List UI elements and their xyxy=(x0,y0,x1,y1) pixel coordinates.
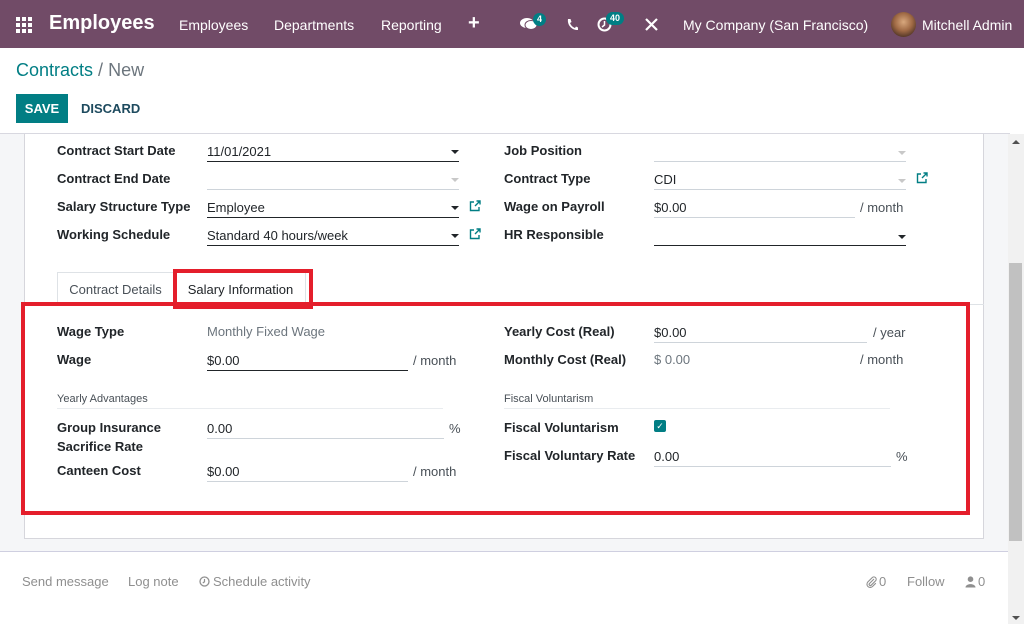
external-link-icon[interactable] xyxy=(469,228,481,240)
caret-down-icon[interactable] xyxy=(898,151,906,155)
attachments-button[interactable]: 0 xyxy=(866,574,886,589)
user-menu[interactable]: Mitchell Admin xyxy=(922,17,1012,33)
menu-employees[interactable]: Employees xyxy=(179,17,248,33)
scroll-down-arrow-icon[interactable] xyxy=(1012,616,1020,620)
caret-down-icon[interactable] xyxy=(898,179,906,183)
external-link-icon[interactable] xyxy=(469,200,481,212)
paperclip-icon xyxy=(866,575,877,588)
label-contract-end-date: Contract End Date xyxy=(57,171,171,186)
user-icon xyxy=(965,575,976,587)
apps-menu-icon[interactable] xyxy=(16,17,32,33)
quick-create-button[interactable]: + xyxy=(468,12,480,35)
breadcrumb-current: New xyxy=(108,60,145,80)
breadcrumb: Contracts / New xyxy=(16,60,144,81)
field-underline xyxy=(654,245,906,246)
breadcrumb-contracts[interactable]: Contracts xyxy=(16,60,93,80)
scroll-up-arrow-icon[interactable] xyxy=(1012,140,1020,144)
label-wage-on-payroll: Wage on Payroll xyxy=(504,199,605,214)
caret-down-icon[interactable] xyxy=(451,178,459,182)
field-underline xyxy=(654,217,855,218)
field-underline xyxy=(654,189,906,190)
company-switcher[interactable]: My Company (San Francisco) xyxy=(683,17,868,33)
label-working-schedule: Working Schedule xyxy=(57,227,171,242)
label-contract-type: Contract Type xyxy=(504,171,591,186)
discard-button[interactable]: DISCARD xyxy=(81,101,140,116)
debug-tools-icon[interactable] xyxy=(645,18,658,31)
breadcrumb-separator: / xyxy=(98,60,104,80)
wage-on-payroll-field[interactable]: $0.00 xyxy=(654,200,687,215)
follow-button[interactable]: Follow xyxy=(907,574,945,589)
tab-contract-details[interactable]: Contract Details xyxy=(57,272,174,305)
messages-badge: 4 xyxy=(533,13,547,26)
working-schedule-field[interactable]: Standard 40 hours/week xyxy=(207,228,348,243)
menu-departments[interactable]: Departments xyxy=(274,17,354,33)
contract-start-date-field[interactable]: 11/01/2021 xyxy=(207,144,271,159)
app-title[interactable]: Employees xyxy=(49,12,155,35)
clock-icon xyxy=(199,576,210,587)
followers-button[interactable]: 0 xyxy=(965,574,985,589)
field-underline xyxy=(207,161,459,162)
salary-structure-type-field[interactable]: Employee xyxy=(207,200,265,215)
user-avatar[interactable] xyxy=(891,12,916,37)
menu-reporting[interactable]: Reporting xyxy=(381,17,442,33)
caret-down-icon[interactable] xyxy=(451,150,459,154)
field-underline xyxy=(654,161,906,162)
attachments-count: 0 xyxy=(879,574,887,589)
top-navbar: Employees Employees Departments Reportin… xyxy=(0,0,1024,48)
unit-label: / month xyxy=(860,200,904,215)
activities-badge: 40 xyxy=(606,12,625,25)
contract-type-field[interactable]: CDI xyxy=(654,172,676,187)
field-underline xyxy=(207,189,459,190)
field-underline xyxy=(207,245,459,246)
send-message-button[interactable]: Send message xyxy=(22,574,109,589)
external-link-icon[interactable] xyxy=(916,172,928,184)
caret-down-icon[interactable] xyxy=(898,235,906,239)
label-salary-structure-type: Salary Structure Type xyxy=(57,199,191,214)
label-contract-start-date: Contract Start Date xyxy=(57,143,176,158)
annotation-highlight-salary-panel xyxy=(21,302,970,515)
scrollbar-thumb[interactable] xyxy=(1009,263,1022,541)
log-note-button[interactable]: Log note xyxy=(128,574,179,589)
schedule-activity-label: Schedule activity xyxy=(213,574,311,589)
label-hr-responsible: HR Responsible xyxy=(504,227,604,242)
caret-down-icon[interactable] xyxy=(451,206,459,210)
save-button[interactable]: SAVE xyxy=(16,94,68,123)
caret-down-icon[interactable] xyxy=(451,234,459,238)
label-job-position: Job Position xyxy=(504,143,582,158)
phone-icon[interactable] xyxy=(566,18,578,31)
followers-count: 0 xyxy=(978,574,986,589)
schedule-activity-button[interactable]: Schedule activity xyxy=(199,574,311,589)
field-underline xyxy=(207,217,459,218)
